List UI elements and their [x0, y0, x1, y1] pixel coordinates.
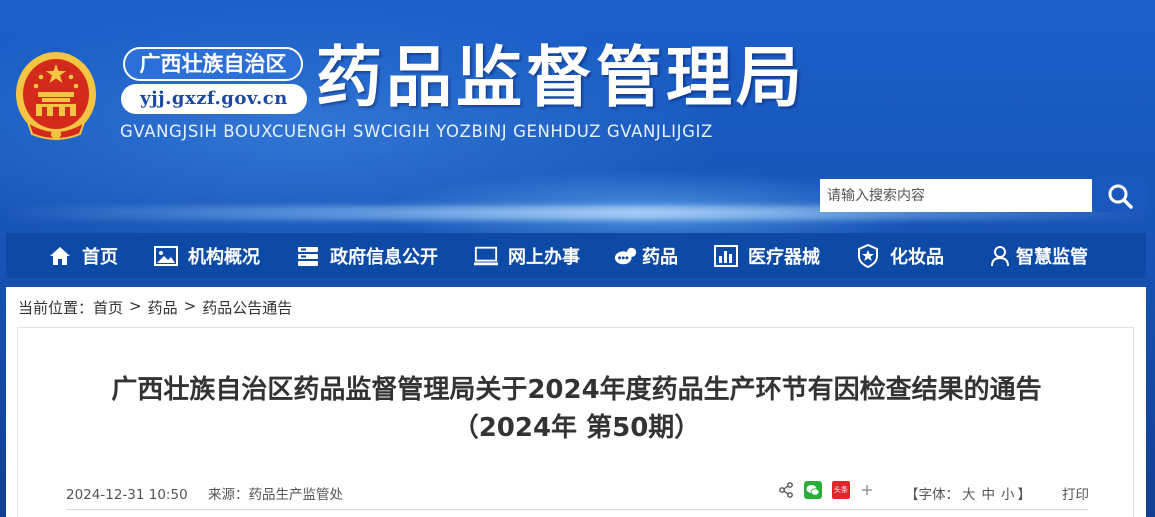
font-size-small[interactable]: 小	[1001, 487, 1015, 503]
nav-item-smart-supervision[interactable]: 智慧监管	[988, 233, 1088, 278]
breadcrumb-drugs-link[interactable]: 药品	[148, 297, 178, 318]
home-icon	[48, 244, 72, 268]
nav-item-drugs[interactable]: 药品	[614, 233, 678, 278]
nav-item-home[interactable]: 首页	[48, 233, 118, 278]
article-title-line2: （2024年 第50期）	[452, 413, 701, 443]
image-icon	[154, 244, 178, 268]
share-icon[interactable]	[778, 482, 794, 498]
breadcrumb: 当前位置： 首页 > 药品 > 药品公告通告	[18, 297, 292, 318]
publish-date: 2024-12-31 10:50	[66, 487, 188, 503]
nav-item-label: 医疗器械	[748, 246, 820, 268]
nav-item-medical-devices[interactable]: 医疗器械	[714, 233, 820, 278]
search-button[interactable]	[1094, 179, 1146, 212]
search-icon	[1108, 184, 1133, 209]
font-size-medium[interactable]: 中	[982, 487, 996, 503]
site-domain: yjj.gxzf.gov.cn	[121, 84, 307, 114]
breadcrumb-notices-link[interactable]: 药品公告通告	[202, 297, 292, 318]
bar-chart-icon	[714, 244, 738, 268]
article-title: 广西壮族自治区药品监督管理局关于2024年度药品生产环节有因检查结果的通告 （2…	[18, 371, 1135, 447]
meta-divider	[66, 509, 1088, 510]
nav-item-gov-info[interactable]: 政府信息公开	[296, 233, 438, 278]
wechat-icon[interactable]	[804, 481, 822, 499]
print-button[interactable]: 打印	[1062, 483, 1089, 503]
article-source: 来源：药品生产监管处	[207, 487, 343, 503]
site-title: 药品监督管理局	[316, 39, 806, 116]
nav-item-label: 机构概况	[188, 246, 260, 268]
main-nav: 首页 机构概况 政府信息公开 网上办事 药品 医疗器械 化妆品 智慧监管	[6, 233, 1146, 278]
breadcrumb-separator: >	[183, 297, 197, 315]
share-tools: 头条	[778, 481, 874, 499]
font-size-label-close: 】	[1017, 487, 1032, 503]
nav-item-label: 智慧监管	[1016, 246, 1088, 268]
site-subtitle: GVANGJSIH BOUXCUENGH SWCIGIH YOZBINJ GEN…	[120, 122, 713, 141]
region-label: 广西壮族自治区	[123, 47, 303, 81]
nav-item-cosmetics[interactable]: 化妆品	[856, 233, 944, 278]
font-size-large[interactable]: 大	[962, 487, 976, 503]
breadcrumb-prefix: 当前位置：	[18, 299, 94, 317]
pill-icon	[614, 244, 638, 268]
font-size-label-open: 【字体：	[905, 487, 959, 503]
article-title-line1: 广西壮族自治区药品监督管理局关于2024年度药品生产环节有因检查结果的通告	[111, 375, 1042, 405]
weibo-icon[interactable]: 头条	[832, 481, 850, 499]
article-container: 广西壮族自治区药品监督管理局关于2024年度药品生产环节有因检查结果的通告 （2…	[17, 327, 1134, 517]
monitor-icon	[474, 244, 498, 268]
user-icon	[988, 244, 1012, 268]
breadcrumb-home-link[interactable]: 首页	[93, 297, 123, 318]
search-input[interactable]	[820, 179, 1092, 212]
content-panel: 当前位置： 首页 > 药品 > 药品公告通告 广西壮族自治区药品监督管理局关于2…	[6, 287, 1146, 517]
nav-item-label: 网上办事	[508, 246, 580, 268]
plus-icon[interactable]	[860, 483, 874, 497]
breadcrumb-separator: >	[129, 297, 142, 315]
article-meta: 2024-12-31 10:50 来源：药品生产监管处	[66, 483, 343, 503]
font-size-control: 【字体：大中小】	[905, 483, 1031, 503]
nav-item-label: 药品	[642, 246, 678, 268]
stack-icon	[296, 244, 320, 268]
nav-item-online-service[interactable]: 网上办事	[474, 233, 580, 278]
nav-item-about[interactable]: 机构概况	[154, 233, 260, 278]
national-emblem-icon	[16, 52, 96, 140]
nav-item-label: 化妆品	[890, 246, 944, 268]
nav-item-label: 首页	[82, 246, 118, 268]
shield-star-icon	[856, 243, 880, 268]
nav-item-label: 政府信息公开	[330, 246, 438, 268]
